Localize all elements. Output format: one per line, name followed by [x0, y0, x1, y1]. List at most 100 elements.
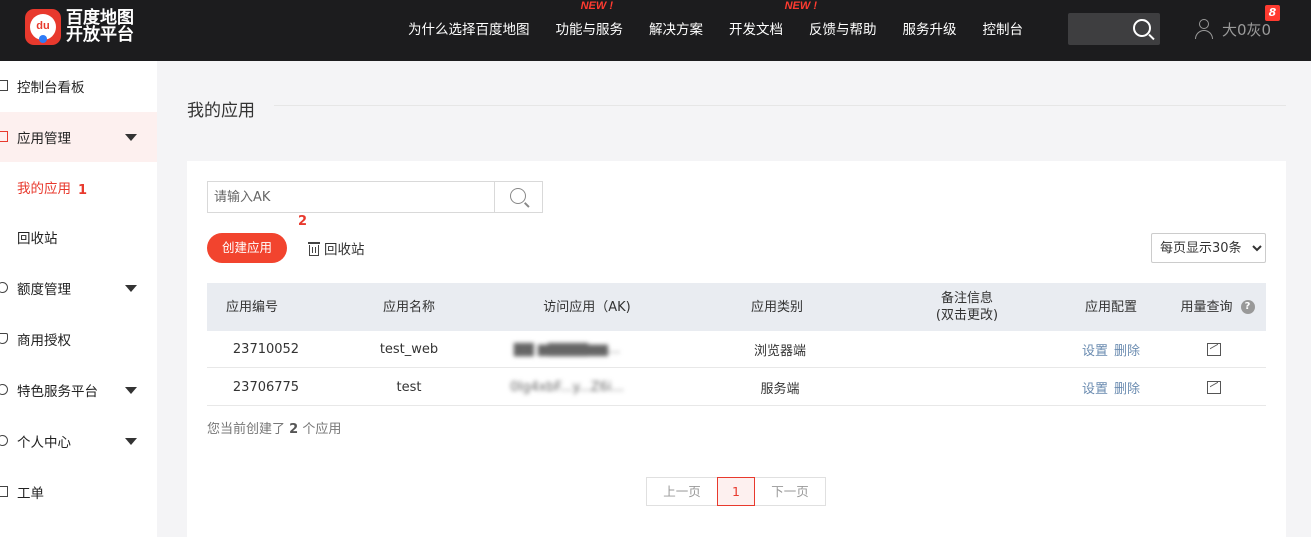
cell-config: 设置 删除 [1071, 331, 1151, 368]
column-header-usage: 用量查询? [1169, 283, 1266, 331]
logo-text-line2: 开放平台 [66, 25, 134, 45]
column-header-app-name: 应用名称 [382, 299, 435, 315]
nav-label: 开发文档 [729, 22, 783, 38]
nav-label: 反馈与帮助 [809, 22, 877, 38]
sidebar-item-quota-management[interactable]: 额度管理 [0, 263, 157, 313]
settings-link[interactable]: 设置 [1082, 340, 1108, 359]
sidebar-item-personal-center[interactable]: 个人中心 [0, 416, 157, 466]
chevron-down-icon [125, 284, 137, 292]
cell-config: 设置 删除 [1071, 369, 1151, 406]
new-badge: NEW ! [580, 0, 613, 12]
summary-prefix: 您当前创建了 [207, 422, 286, 437]
cell-app-name: test [396, 380, 422, 395]
nav-item-service-upgrade[interactable]: 服务升级 [903, 0, 957, 61]
nav-label: 控制台 [982, 22, 1024, 38]
page-size-select[interactable]: 每页显示30条 [1151, 233, 1266, 263]
ticket-icon [0, 486, 8, 497]
note-header-line2: (双击更改) [935, 308, 999, 323]
next-page-button[interactable]: 下一页 [754, 477, 826, 506]
sidebar-item-app-management[interactable]: 应用管理 [0, 112, 157, 162]
cell-ak: ▇▇ ▆▇▇▇▇▆▆... [513, 342, 621, 357]
sidebar-item-dashboard[interactable]: 控制台看板 [0, 61, 157, 111]
quota-icon [0, 282, 8, 293]
summary-suffix: 个应用 [302, 422, 342, 437]
annotation-marker-2: 2 [298, 214, 308, 229]
chevron-down-icon [125, 437, 137, 445]
recycle-bin-link[interactable]: 回收站 [308, 238, 365, 258]
sidebar-item-recycle-bin[interactable]: 回收站 [0, 212, 157, 262]
usage-chart-icon[interactable] [1207, 343, 1221, 356]
sidebar: 控制台看板 应用管理 我的应用 回收站 额度管理 商用授权 特色服务平台 个人中… [0, 61, 157, 537]
sidebar-item-commercial-license[interactable]: 商用授权 [0, 314, 157, 364]
help-icon[interactable]: ? [1240, 300, 1255, 314]
create-app-button[interactable]: 创建应用 [207, 233, 287, 263]
page-title: 我的应用 [187, 101, 255, 121]
usage-header-label: 用量查询 [1180, 299, 1233, 315]
ak-search [207, 181, 543, 213]
sidebar-item-label: 应用管理 [17, 131, 71, 147]
dashboard-icon [0, 80, 8, 91]
cell-ak: 0Ig4xbF...y...Z6i... [510, 380, 624, 395]
column-header-category: 应用类别 [750, 299, 803, 315]
notification-badge[interactable]: 8 [1265, 5, 1280, 21]
column-header-ak: 访问应用（AK) [543, 299, 631, 315]
user-icon [1194, 18, 1214, 40]
nav-item-features-services[interactable]: 功能与服务 NEW ! [556, 0, 624, 61]
summary-count: 2 [289, 422, 299, 437]
pagination: 上一页 1 下一页 [646, 477, 826, 506]
sidebar-item-label: 额度管理 [17, 282, 71, 298]
cell-note[interactable] [917, 331, 1017, 368]
column-header-note: 备注信息 (双击更改) [917, 283, 1017, 331]
recycle-bin-label: 回收站 [324, 242, 365, 258]
trash-icon [308, 241, 320, 256]
nav-item-why-baidu-map[interactable]: 为什么选择百度地图 [408, 0, 530, 61]
nav-label: 服务升级 [902, 22, 957, 38]
user-menu[interactable]: 大0灰0 [1194, 16, 1271, 42]
sidebar-item-label: 特色服务平台 [17, 384, 98, 400]
top-navigation-bar: du 百度地图 开放平台 为什么选择百度地图 功能与服务 NEW ! 解决方案 开… [0, 0, 1311, 61]
baidu-map-logo-icon: du [25, 9, 61, 45]
prev-page-button[interactable]: 上一页 [646, 477, 718, 506]
nav-item-dev-docs[interactable]: 开发文档 NEW ! [729, 0, 817, 61]
sidebar-item-featured-services[interactable]: 特色服务平台 [0, 365, 157, 415]
cell-usage [1169, 369, 1259, 406]
cell-category: 浏览器端 [753, 344, 806, 359]
user-name: 大0灰0 [1222, 20, 1272, 39]
header-search-button[interactable] [1068, 13, 1160, 45]
sidebar-item-label: 商用授权 [17, 333, 71, 349]
cell-app-name: test_web [379, 342, 439, 357]
sidebar-item-tickets[interactable]: 工单 [0, 467, 157, 517]
settings-link[interactable]: 设置 [1082, 378, 1108, 397]
current-page-button[interactable]: 1 [717, 477, 755, 506]
table-row: 23710052 test_web ▇▇ ▆▇▇▇▇▆▆... 浏览器端 设置 … [207, 331, 1266, 368]
star-icon [0, 384, 8, 395]
baidu-map-logo[interactable]: du 百度地图 开放平台 [25, 9, 134, 45]
cell-usage [1169, 331, 1259, 368]
search-icon [510, 188, 526, 204]
cell-note[interactable] [917, 369, 1017, 406]
note-header-line1: 备注信息 [940, 291, 993, 306]
annotation-marker-1: 1 [78, 183, 88, 198]
ak-search-input[interactable] [208, 182, 494, 212]
nav-item-feedback-help[interactable]: 反馈与帮助 [809, 0, 877, 61]
location-pin-icon [39, 35, 47, 43]
nav-item-console[interactable]: 控制台 [983, 0, 1024, 61]
nav-label: 为什么选择百度地图 [408, 22, 530, 38]
cell-app-id: 23706775 [232, 380, 300, 395]
table-row: 23706775 test 0Ig4xbF...y...Z6i... 服务端 设… [207, 369, 1266, 406]
sidebar-item-label: 我的应用 [17, 181, 71, 197]
sidebar-item-label: 个人中心 [17, 435, 71, 451]
delete-link[interactable]: 删除 [1114, 378, 1140, 397]
usage-chart-icon[interactable] [1207, 381, 1221, 394]
chevron-down-icon [125, 133, 137, 141]
logo-text: 百度地图 开放平台 [66, 10, 134, 44]
sidebar-item-label: 回收站 [17, 231, 58, 247]
cell-category: 服务端 [760, 382, 800, 397]
nav-label: 解决方案 [649, 22, 703, 38]
sidebar-item-label: 控制台看板 [17, 80, 85, 96]
nav-item-solutions[interactable]: 解决方案 [649, 0, 703, 61]
app-grid-icon [0, 131, 8, 142]
delete-link[interactable]: 删除 [1114, 340, 1140, 359]
ak-search-button[interactable] [494, 182, 543, 212]
chevron-down-icon [125, 386, 137, 394]
